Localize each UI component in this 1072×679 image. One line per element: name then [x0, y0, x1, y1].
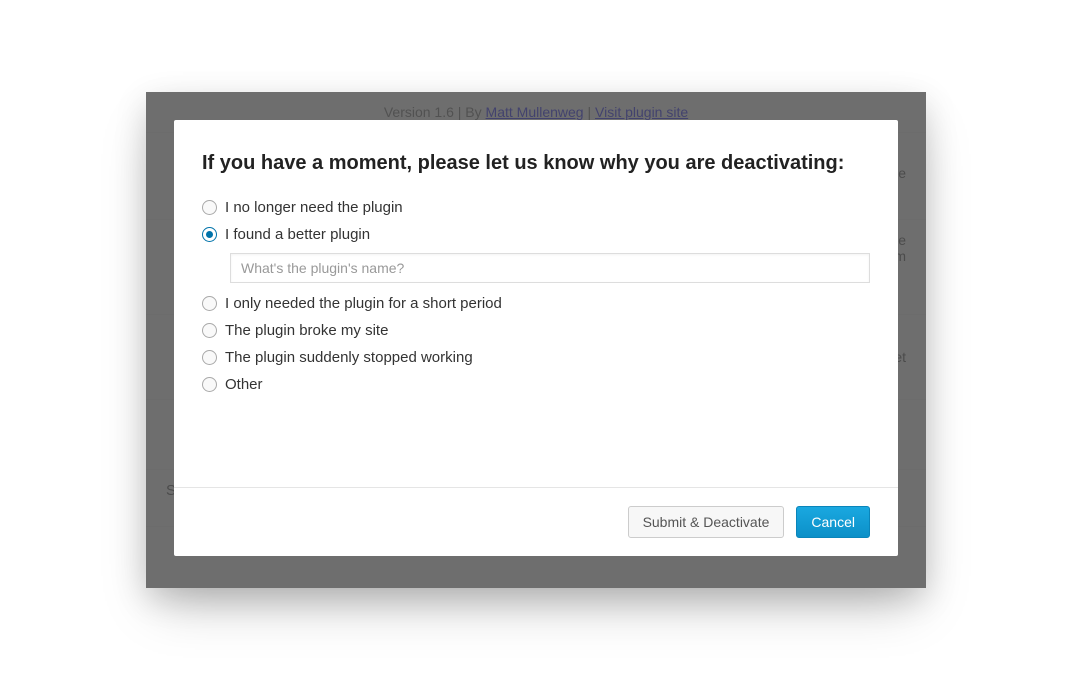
modal-title: If you have a moment, please let us know…: [202, 150, 870, 177]
reason-label: The plugin broke my site: [225, 322, 388, 339]
radio-icon[interactable]: [202, 377, 217, 392]
radio-icon[interactable]: [202, 200, 217, 215]
reason-label: I no longer need the plugin: [225, 199, 403, 216]
reason-option-short-period[interactable]: I only needed the plugin for a short per…: [202, 295, 870, 312]
radio-icon[interactable]: [202, 350, 217, 365]
reason-option-stopped-working[interactable]: The plugin suddenly stopped working: [202, 349, 870, 366]
reason-radio-list: I no longer need the plugin I found a be…: [202, 199, 870, 393]
followup-container: [230, 253, 870, 283]
submit-deactivate-button[interactable]: Submit & Deactivate: [628, 506, 785, 538]
reason-label: The plugin suddenly stopped working: [225, 349, 473, 366]
modal-body: If you have a moment, please let us know…: [174, 120, 898, 487]
reason-option-broke-site[interactable]: The plugin broke my site: [202, 322, 870, 339]
cancel-button[interactable]: Cancel: [796, 506, 870, 538]
radio-icon[interactable]: [202, 296, 217, 311]
radio-icon[interactable]: [202, 323, 217, 338]
reason-option-no-longer-need[interactable]: I no longer need the plugin: [202, 199, 870, 216]
screenshot-frame: Version 1.6 | By Matt Mullenweg | Visit …: [146, 92, 926, 588]
reason-label: I found a better plugin: [225, 226, 370, 243]
radio-icon[interactable]: [202, 227, 217, 242]
modal-footer: Submit & Deactivate Cancel: [174, 487, 898, 556]
reason-option-found-better[interactable]: I found a better plugin: [202, 226, 870, 243]
reason-option-other[interactable]: Other: [202, 376, 870, 393]
reason-label: Other: [225, 376, 263, 393]
reason-label: I only needed the plugin for a short per…: [225, 295, 502, 312]
deactivation-feedback-modal: If you have a moment, please let us know…: [174, 120, 898, 556]
better-plugin-name-input[interactable]: [230, 253, 870, 283]
